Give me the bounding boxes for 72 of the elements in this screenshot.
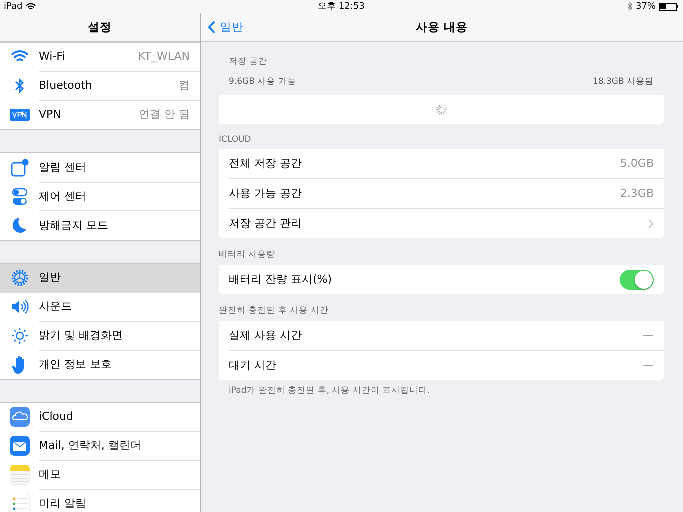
- toggle-switch[interactable]: [620, 270, 654, 290]
- item-label: 알림 센터: [39, 160, 86, 175]
- item-value: 연결 안 됨: [139, 107, 190, 122]
- moon-icon: [10, 216, 30, 234]
- sidebar-item[interactable]: 개인 정보 보호: [0, 350, 200, 379]
- sidebar-item[interactable]: 제어 센터: [0, 182, 200, 211]
- status-time: 오후 12:53: [318, 1, 365, 13]
- item-value: KT_WLAN: [138, 50, 190, 64]
- chevron-left-icon: [208, 20, 216, 34]
- toggles-icon: [10, 188, 30, 206]
- sidebar-item[interactable]: 미리 알림: [0, 489, 200, 512]
- chevron-right-icon[interactable]: [648, 218, 654, 228]
- mail-app-icon: [10, 436, 30, 456]
- sidebar-item[interactable]: Mail, 연락처, 캘린더: [0, 432, 200, 461]
- sidebar-item[interactable]: 일반: [0, 264, 200, 293]
- sidebar-item[interactable]: Wi-Fi KT_WLAN: [0, 43, 200, 72]
- sidebar-item[interactable]: 메모: [0, 460, 200, 490]
- item-label: 메모: [39, 466, 61, 482]
- item-label: VPN: [39, 108, 62, 122]
- row-label: 저장 공간 관리: [229, 216, 302, 231]
- item-label: Mail, 연락처, 캘린더: [39, 438, 142, 454]
- section-header: 배터리 사용량: [219, 249, 277, 262]
- loading-spinner-icon: [436, 104, 448, 116]
- item-label: iCloud: [39, 410, 74, 424]
- row-label: 사용 가능 공간: [229, 186, 302, 201]
- section-header: ICLOUD: [219, 134, 252, 147]
- item-label: 제어 센터: [39, 188, 86, 204]
- item-label: 밝기 및 배경화면: [39, 328, 123, 343]
- section-header: 저장 공간: [228, 56, 269, 68]
- item-label: Wi-Fi: [39, 50, 66, 64]
- row-value: —: [643, 329, 654, 342]
- battery-percentage: 37%: [636, 2, 656, 12]
- row-label: 대기 시간: [229, 358, 276, 373]
- back-button[interactable]: 일반: [206, 13, 246, 41]
- bluetooth-icon: [628, 2, 633, 11]
- vpn-icon: [10, 108, 30, 121]
- item-label: 개인 정보 보호: [39, 357, 112, 372]
- page-title: 사용 내용: [416, 20, 468, 34]
- sidebar-item[interactable]: VPN 연결 안 됨: [0, 100, 200, 130]
- wifi-icon: [26, 2, 36, 10]
- notification-icon: [10, 158, 30, 177]
- battery-icon: [659, 2, 679, 10]
- item-label: 사운드: [39, 298, 72, 314]
- speaker-icon: [10, 298, 30, 315]
- row-value: 5.0GB: [620, 157, 654, 170]
- wifi-icon: [10, 50, 30, 64]
- storage-used: 18.3GB 사용됨: [592, 76, 654, 88]
- notes-app-icon: [10, 464, 30, 485]
- storage-available: 9.6GB 사용 가능: [229, 76, 296, 88]
- sidebar-item[interactable]: 알림 센터: [0, 153, 200, 182]
- item-label: 미리 알림: [39, 496, 86, 512]
- settings-icon: [10, 269, 30, 288]
- device-name: iPad: [4, 2, 23, 12]
- item-label: 일반: [39, 270, 61, 286]
- sidebar-item[interactable]: iCloud: [0, 402, 200, 432]
- item-label: 방해금지 모드: [39, 218, 108, 233]
- section-header: 완전히 충전된 후 사용 시간: [219, 305, 330, 318]
- item-value: 켬: [179, 78, 190, 94]
- cloud-app-icon: [10, 407, 30, 428]
- sidebar-item[interactable]: Bluetooth 켬: [0, 72, 200, 101]
- sun-icon: [10, 326, 30, 345]
- sidebar-item[interactable]: 밝기 및 배경화면: [0, 321, 200, 350]
- row-value: 2.3GB: [620, 187, 654, 200]
- row-value: —: [643, 359, 654, 372]
- section-footer: iPad가 완전히 충전된 후, 사용 시간이 표시됩니다.: [219, 380, 664, 402]
- sidebar-item[interactable]: 방해금지 모드: [0, 210, 200, 240]
- row-label: 전체 저장 공간: [229, 156, 302, 171]
- sidebar-item[interactable]: 사운드: [0, 292, 200, 322]
- sidebar-title: 설정: [88, 20, 112, 34]
- row-label: 배터리 잔량 표시(%): [229, 272, 332, 287]
- row-label: 실제 사용 시간: [229, 328, 302, 343]
- item-label: Bluetooth: [39, 79, 92, 92]
